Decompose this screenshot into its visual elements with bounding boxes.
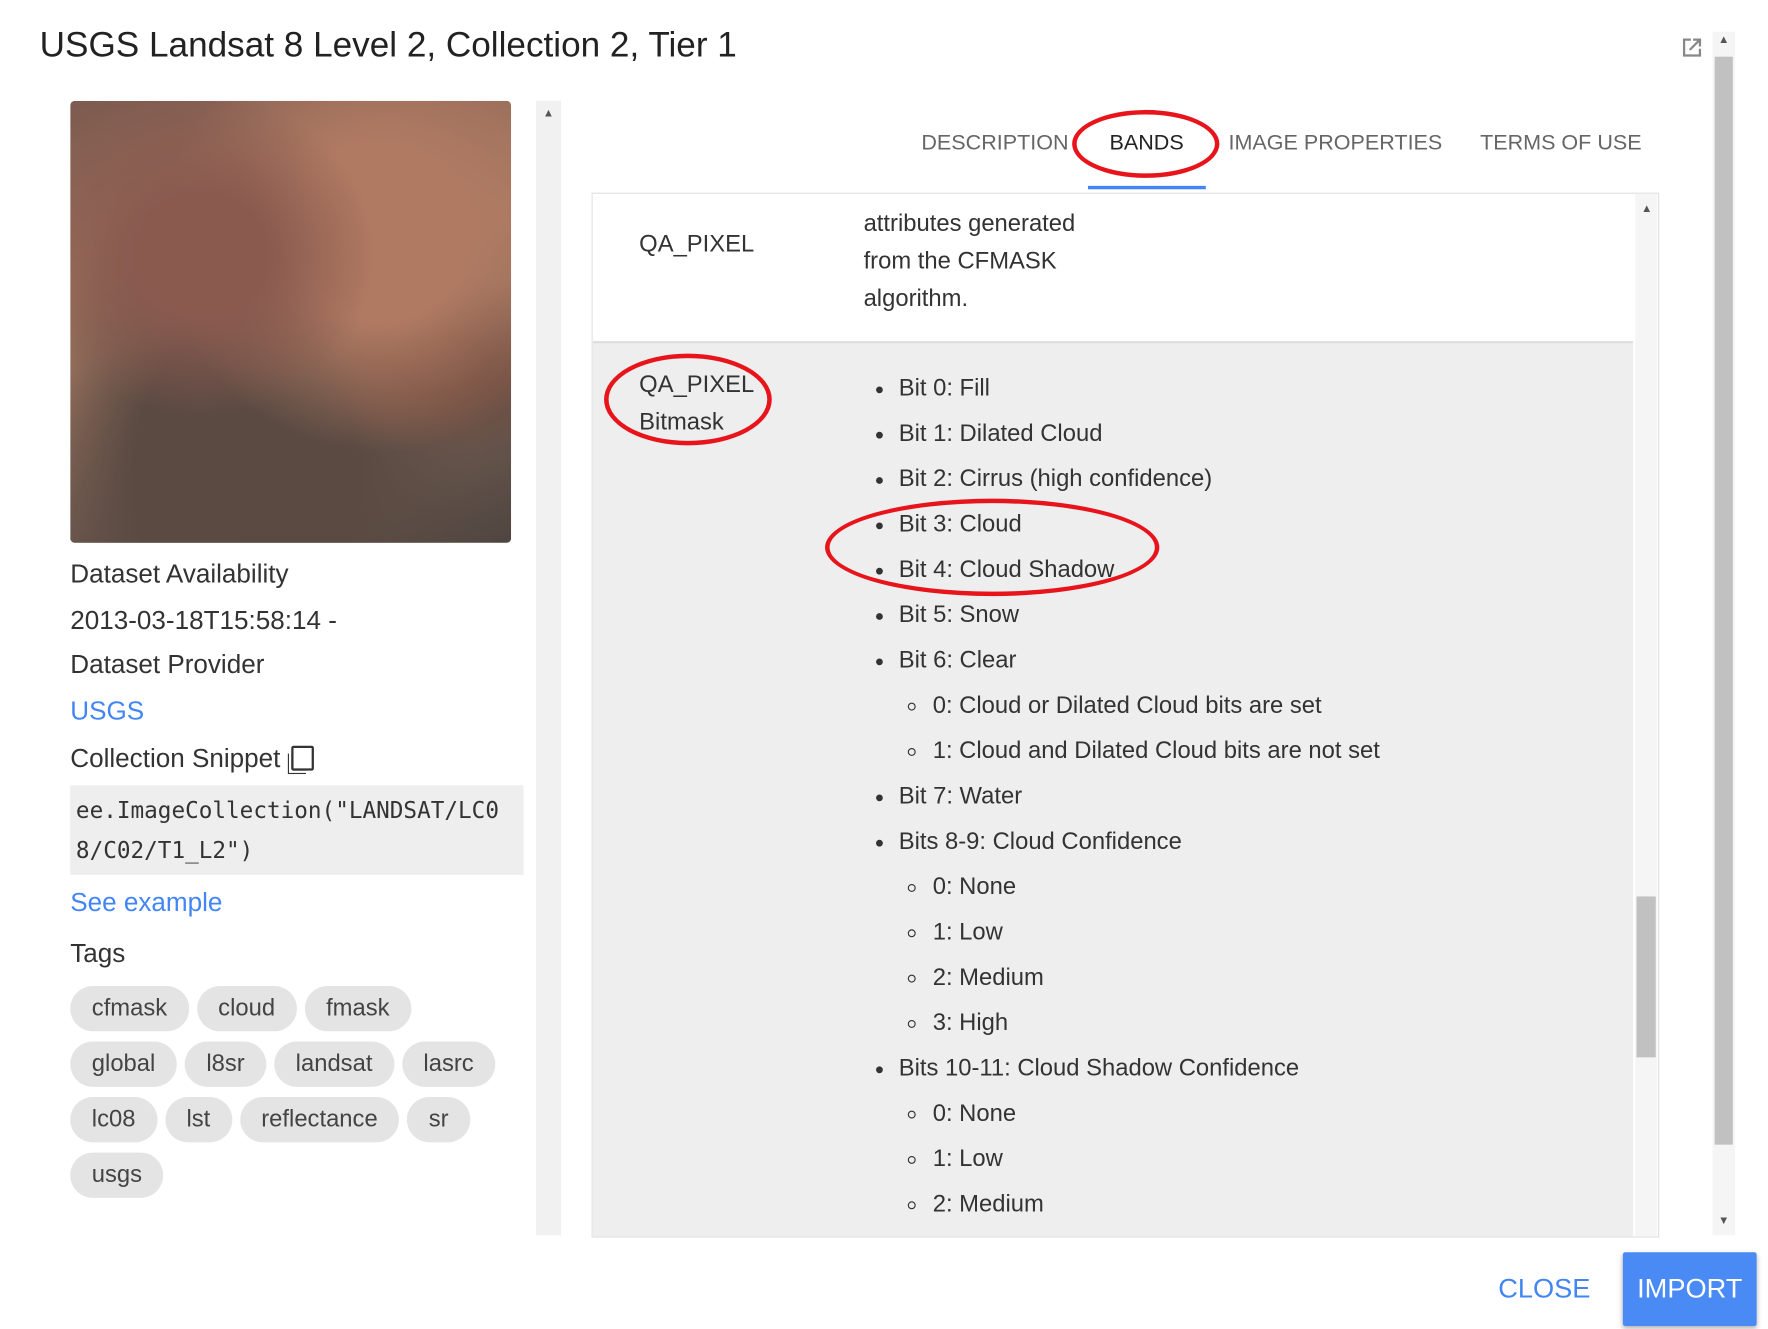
bitmask-item: Bit 3: Cloud — [876, 511, 1022, 538]
tag-chip[interactable]: lst — [164, 1097, 232, 1143]
tag-chip[interactable]: fmask — [304, 985, 412, 1032]
availability-label: Dataset Availability — [70, 558, 289, 589]
bitmask-item: Bits 10-11: Cloud Shadow Confidence — [876, 1055, 1300, 1082]
copy-icon[interactable] — [291, 745, 315, 771]
bitmask-item: Bit 1: Dilated Cloud — [876, 420, 1103, 447]
bitmask-item: 2: Medium — [907, 964, 1044, 991]
bitmask-item: 0: None — [907, 1100, 1017, 1127]
snippet-label-row: Collection Snippet — [70, 743, 315, 774]
close-button[interactable]: CLOSE — [1485, 1269, 1604, 1310]
table-scrollbar[interactable] — [1635, 193, 1657, 1237]
sidebar-scroll-up-icon[interactable]: ▲ — [537, 108, 560, 120]
bitmask-item: 3: High — [907, 1009, 1009, 1036]
tag-chip[interactable]: landsat — [274, 1041, 394, 1087]
table-row: QA_PIXEL attributes generated from the C… — [592, 193, 1634, 344]
sidebar-scrollbar[interactable] — [536, 100, 561, 1236]
bitmask-item: 2: Medium — [907, 1191, 1044, 1218]
tag-chip[interactable]: usgs — [70, 1152, 164, 1198]
scroll-up-icon[interactable]: ▲ — [1712, 34, 1735, 46]
provider-link[interactable]: USGS — [70, 696, 144, 727]
bitmask-item: 0: Cloud or Dilated Cloud bits are set — [907, 692, 1322, 719]
bitmask-item: Bit 7: Water — [876, 783, 1023, 810]
tag-chip[interactable]: reflectance — [239, 1097, 400, 1143]
provider-label: Dataset Provider — [70, 649, 265, 679]
open-in-new-icon[interactable] — [1678, 34, 1705, 61]
snippet-label: Collection Snippet — [70, 743, 281, 773]
tab-bands[interactable]: BANDS — [1110, 131, 1184, 156]
import-button[interactable]: IMPORT — [1622, 1252, 1757, 1326]
tag-list: cfmask cloud fmask global l8sr landsat lasrc lc… — [70, 985, 535, 1208]
band-description: attributes generated from the CFMASK alg… — [864, 205, 1076, 317]
bitmask-item: Bit 2: Cirrus (high confidence) — [876, 465, 1213, 492]
bands-table: QA_PIXEL attributes generated from the C… — [591, 192, 1660, 1238]
bitmask-item: Bit 4: Cloud Shadow — [876, 556, 1115, 583]
availability-value: 2013-03-18T15:58:14 - — [70, 605, 337, 635]
dataset-thumbnail — [70, 100, 512, 543]
tag-chip[interactable]: l8sr — [184, 1041, 267, 1087]
tag-chip[interactable]: lc08 — [70, 1097, 157, 1143]
bitmask-item: 0: None — [907, 873, 1017, 900]
description-line: algorithm. — [863, 285, 969, 312]
tab-terms-of-use[interactable]: TERMS OF USE — [1480, 131, 1642, 156]
tab-image-properties[interactable]: IMAGE PROPERTIES — [1228, 131, 1442, 156]
band-name: QA_PIXEL Bitmask — [639, 366, 754, 441]
active-tab-indicator — [1087, 185, 1206, 190]
tag-chip[interactable]: sr — [407, 1097, 471, 1143]
dialog-scrollbar-thumb[interactable] — [1714, 56, 1733, 1145]
tab-description[interactable]: DESCRIPTION — [921, 131, 1068, 156]
tag-chip[interactable]: cfmask — [70, 985, 189, 1032]
dialog-title: USGS Landsat 8 Level 2, Collection 2, Ti… — [39, 24, 737, 65]
bitmask-item: Bits 8-9: Cloud Confidence — [876, 828, 1182, 855]
tags-label: Tags — [70, 938, 126, 968]
table-row: QA_PIXEL Bitmask Bit 0: Fill Bit 1: Dilat… — [592, 343, 1634, 1237]
table-scroll-up-icon[interactable]: ▲ — [1635, 203, 1658, 215]
tag-chip[interactable]: cloud — [196, 985, 297, 1032]
bitmask-item: 1: Low — [907, 919, 1003, 946]
description-line: from the CFMASK — [863, 248, 1057, 275]
bitmask-item: 1: Cloud and Dilated Cloud bits are not … — [907, 737, 1380, 764]
see-example-link[interactable]: See example — [70, 887, 222, 918]
bitmask-item: Bit 0: Fill — [876, 375, 990, 402]
bitmask-item: 1: Low — [907, 1145, 1003, 1172]
band-name-line: Bitmask — [639, 409, 724, 436]
scroll-down-icon[interactable]: ▼ — [1712, 1215, 1735, 1227]
bitmask-item: Bit 5: Snow — [875, 601, 1020, 628]
bitmask-item: Bit 6: Clear — [876, 647, 1017, 674]
table-scrollbar-thumb[interactable] — [1636, 896, 1656, 1058]
description-line: attributes generated — [863, 210, 1076, 237]
band-name: QA_PIXEL — [639, 231, 755, 258]
tag-chip[interactable]: global — [70, 1041, 177, 1087]
band-name-line: QA_PIXEL — [639, 371, 755, 398]
tag-chip[interactable]: lasrc — [401, 1041, 496, 1087]
snippet-code: ee.ImageCollection("LANDSAT/LC08/C02/T1_… — [70, 785, 524, 875]
